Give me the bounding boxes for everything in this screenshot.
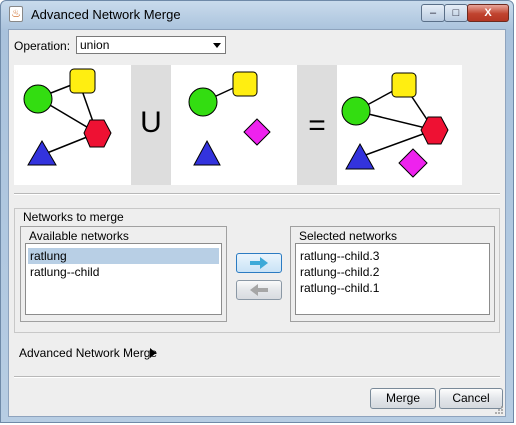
red-hexagon-node bbox=[83, 119, 112, 148]
available-networks-list[interactable]: ratlung ratlung--child bbox=[25, 243, 222, 315]
middle-network-graph bbox=[188, 71, 271, 166]
magenta-diamond-node bbox=[398, 148, 428, 178]
yellow-square-node bbox=[69, 68, 96, 94]
dialog-content: Operation: union U = Networks to merge A… bbox=[8, 29, 506, 417]
equals-symbol: = bbox=[308, 109, 326, 142]
list-item[interactable]: ratlung--child.1 bbox=[298, 280, 487, 296]
title-bar[interactable]: ♨ Advanced Network Merge – □ X bbox=[1, 1, 513, 29]
java-cup-icon: ♨ bbox=[9, 6, 23, 22]
list-item[interactable]: ratlung--child bbox=[28, 264, 219, 280]
green-circle-node bbox=[23, 84, 53, 114]
selected-networks-list[interactable]: ratlung--child.3 ratlung--child.2 ratlun… bbox=[295, 243, 490, 315]
yellow-square-node bbox=[232, 71, 258, 97]
maximize-button[interactable]: □ bbox=[444, 4, 468, 22]
merge-button[interactable]: Merge bbox=[370, 388, 436, 409]
magenta-diamond-node bbox=[243, 118, 271, 146]
advanced-options-toggle[interactable]: Advanced Network Merge bbox=[19, 346, 157, 360]
networks-to-merge-panel: Networks to merge Available networks rat… bbox=[14, 208, 500, 333]
operation-selected-value: union bbox=[80, 38, 110, 52]
result-network-graph bbox=[341, 72, 449, 178]
resize-grip-icon[interactable] bbox=[494, 405, 504, 415]
close-button[interactable]: X bbox=[467, 4, 509, 22]
blue-triangle-node bbox=[193, 139, 221, 166]
left-network-graph bbox=[23, 68, 112, 166]
list-item[interactable]: ratlung bbox=[28, 248, 219, 264]
blue-triangle-node bbox=[27, 140, 57, 166]
arrow-left-icon bbox=[250, 284, 268, 296]
yellow-square-node bbox=[391, 72, 417, 98]
remove-network-button[interactable] bbox=[236, 280, 282, 300]
list-item[interactable]: ratlung--child.2 bbox=[298, 264, 487, 280]
separator bbox=[14, 193, 500, 195]
union-symbol: U bbox=[140, 106, 162, 139]
selected-networks-title: Selected networks bbox=[298, 229, 399, 243]
operation-dropdown[interactable]: union bbox=[76, 36, 226, 54]
operation-illustration: U = bbox=[14, 65, 462, 185]
selected-networks-panel: Selected networks ratlung--child.3 ratlu… bbox=[290, 226, 495, 322]
available-networks-title: Available networks bbox=[28, 229, 130, 243]
available-networks-panel: Available networks ratlung ratlung--chil… bbox=[20, 226, 227, 322]
networks-to-merge-title: Networks to merge bbox=[23, 210, 124, 224]
operation-label: Operation: bbox=[14, 39, 71, 53]
list-item[interactable]: ratlung--child.3 bbox=[298, 248, 487, 264]
add-network-button[interactable] bbox=[236, 253, 282, 273]
arrow-right-icon bbox=[250, 257, 268, 269]
chevron-right-icon[interactable] bbox=[150, 348, 156, 358]
chevron-down-icon bbox=[213, 43, 221, 48]
green-circle-node bbox=[188, 87, 218, 117]
dialog-window: ♨ Advanced Network Merge – □ X Operation… bbox=[0, 0, 514, 423]
separator bbox=[14, 376, 500, 378]
red-hexagon-node bbox=[420, 116, 449, 145]
green-circle-node bbox=[341, 96, 371, 126]
blue-triangle-node bbox=[345, 142, 375, 170]
window-title: Advanced Network Merge bbox=[31, 7, 181, 22]
minimize-button[interactable]: – bbox=[421, 4, 445, 22]
